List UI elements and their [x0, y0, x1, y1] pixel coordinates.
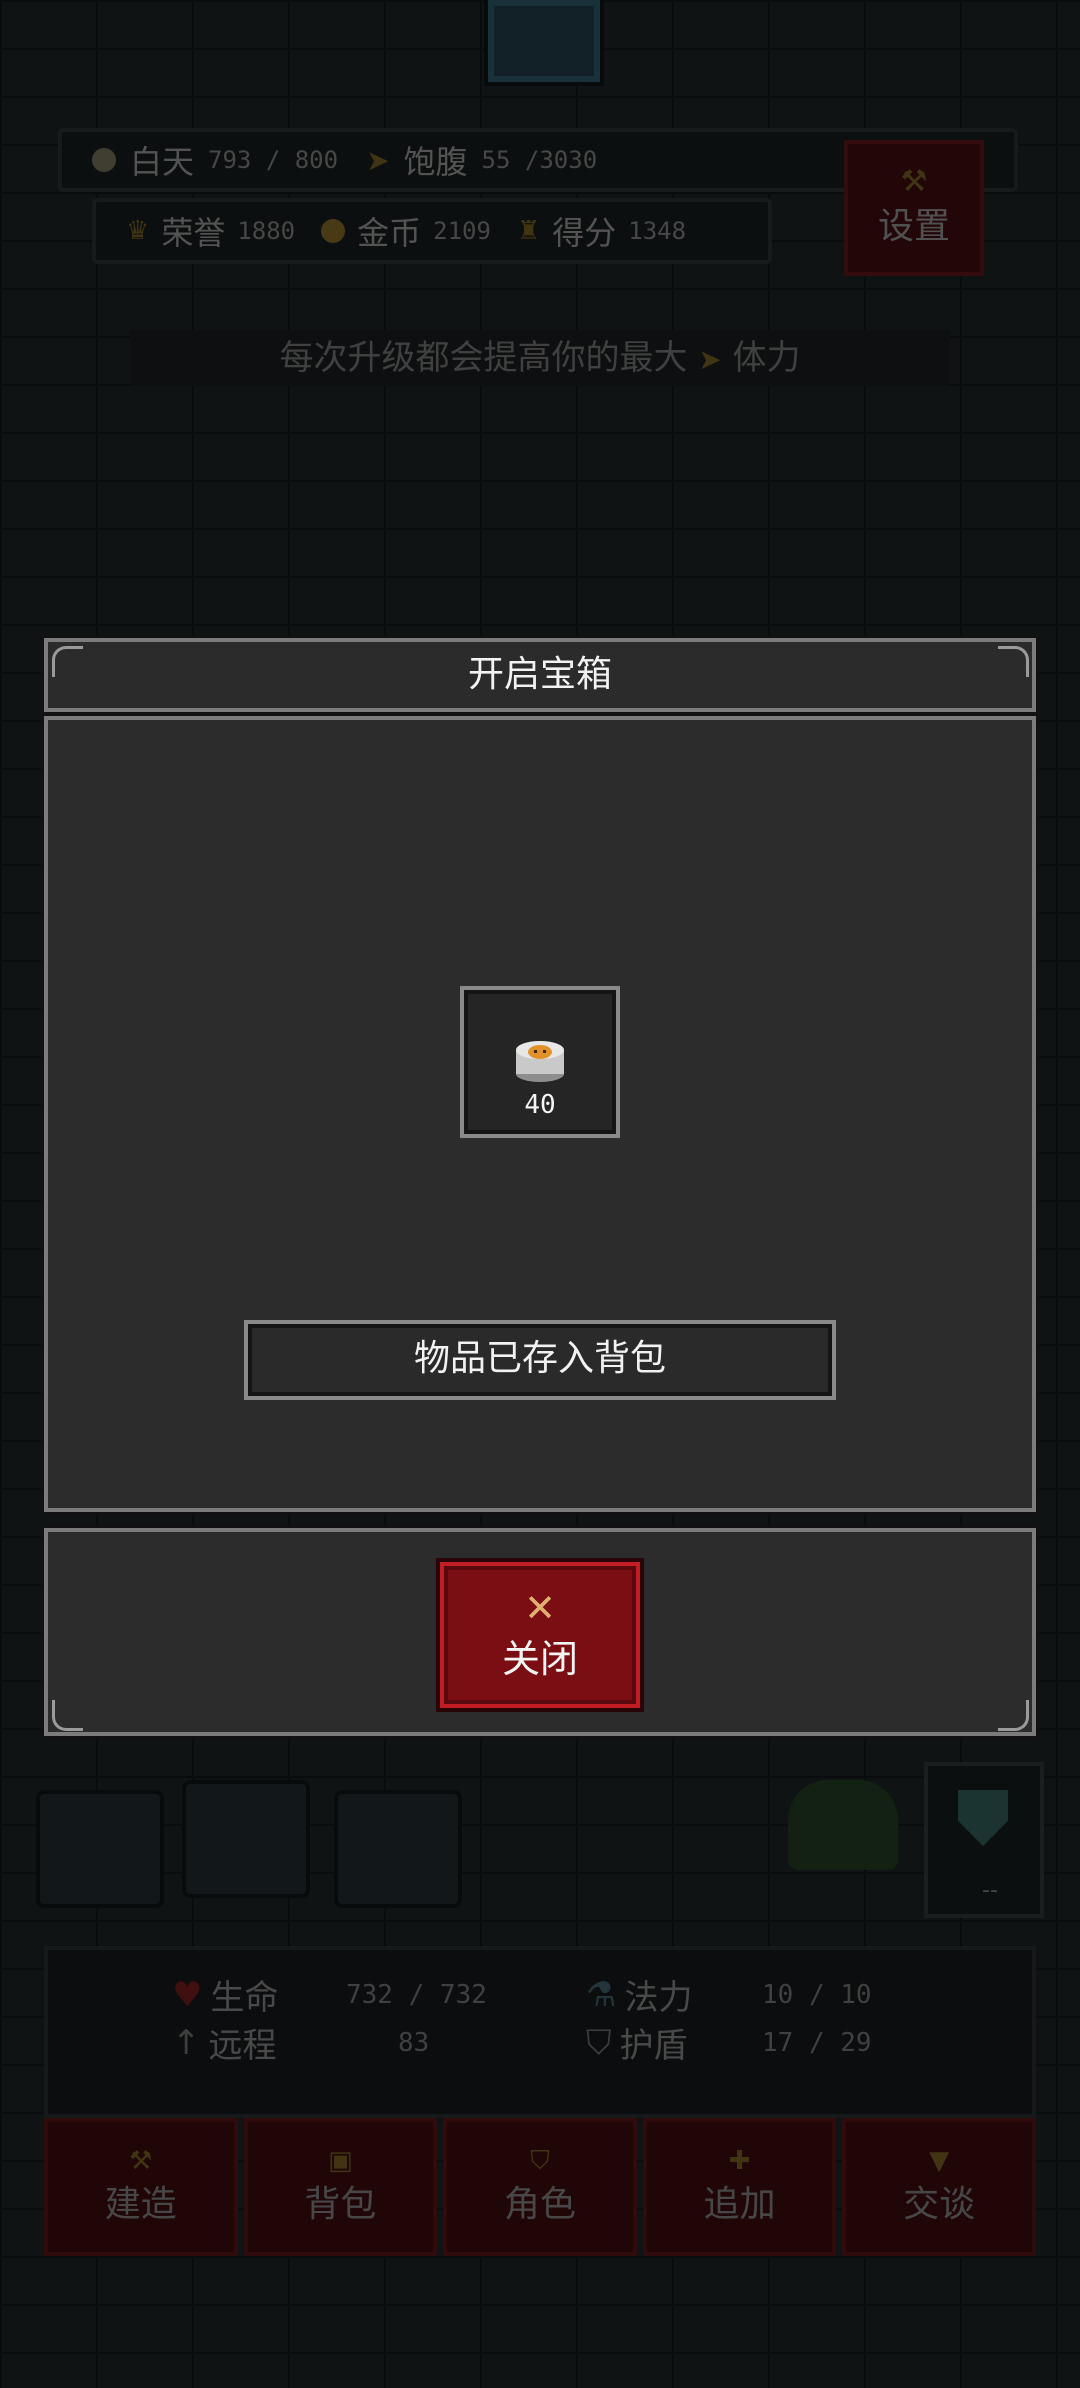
- modal-title: 开启宝箱: [467, 654, 612, 695]
- food-can-icon: [516, 1041, 564, 1082]
- modal-title-bar: 开启宝箱: [44, 638, 1036, 712]
- item-count: 40: [524, 1090, 556, 1120]
- corner-ornament: [52, 1700, 83, 1731]
- corner-ornament: [998, 646, 1029, 677]
- close-label: 关闭: [501, 1636, 578, 1681]
- close-icon: ✕: [524, 1585, 556, 1630]
- close-button[interactable]: ✕ 关闭: [440, 1562, 640, 1708]
- reward-item-slot[interactable]: 40: [460, 986, 620, 1138]
- stored-message: 物品已存入背包: [244, 1320, 836, 1400]
- corner-ornament: [998, 1700, 1029, 1731]
- corner-ornament: [52, 646, 83, 677]
